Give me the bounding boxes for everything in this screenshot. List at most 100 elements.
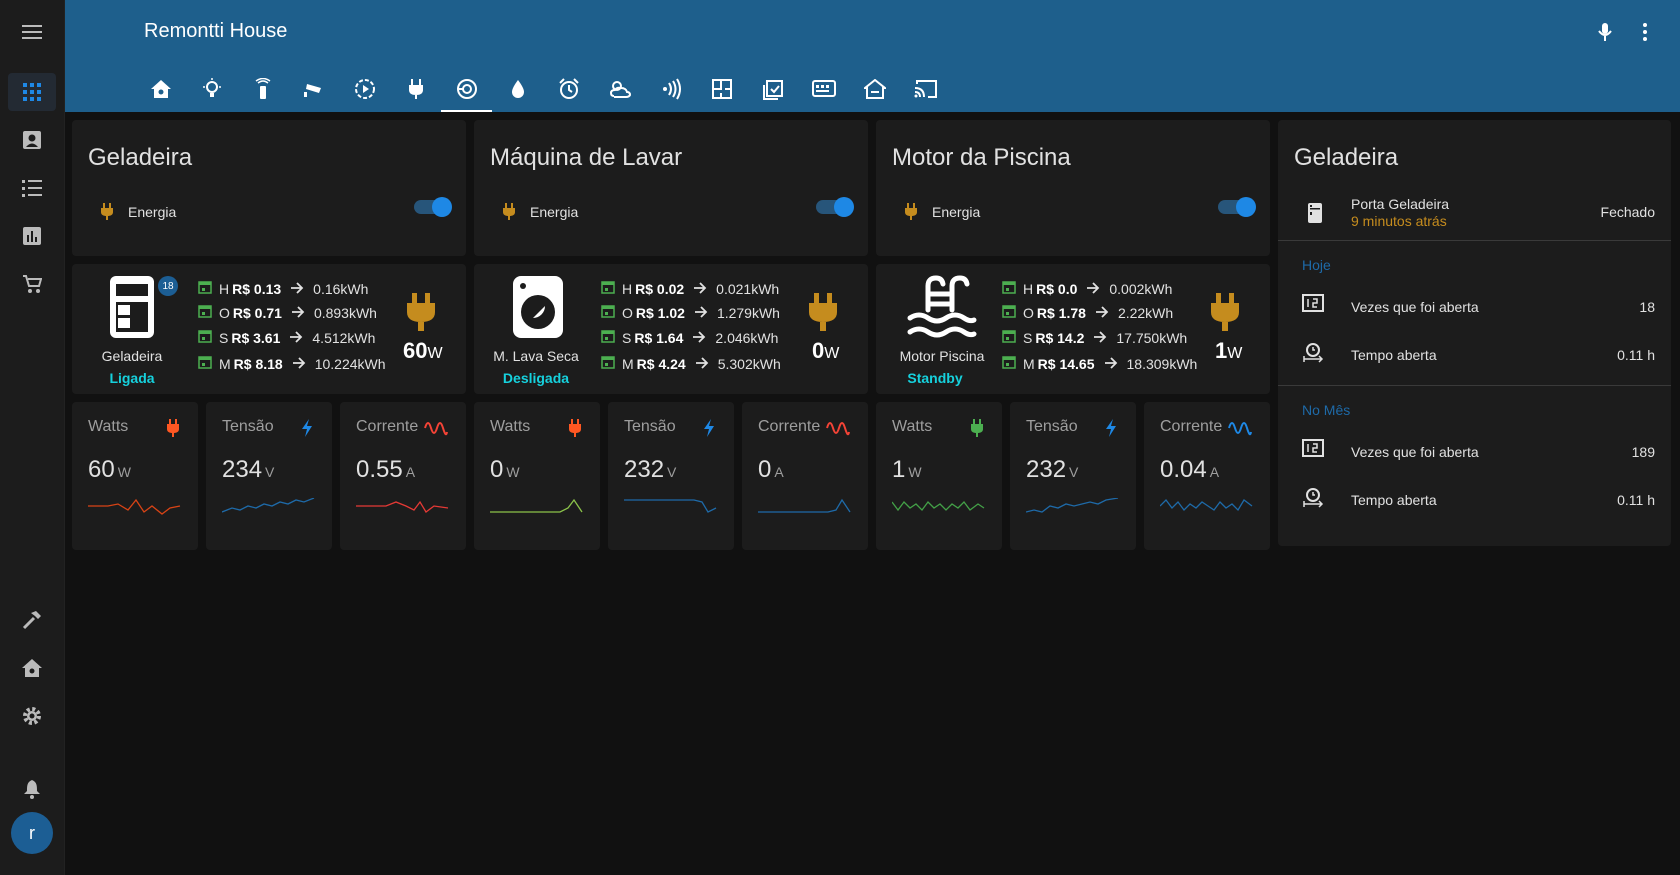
calendar-icon [601,304,619,321]
sparkline [624,499,717,513]
tab-cast[interactable] [900,66,951,112]
sensor-card[interactable]: Tensão 232 V [608,402,734,550]
tab-sensors[interactable] [645,66,696,112]
calendar-icon [601,355,619,372]
sparkline [892,501,985,512]
tab-weather[interactable] [594,66,645,112]
stat-row: Vezes que foi aberta 18 [1278,288,1671,328]
avatar[interactable]: r [11,812,53,854]
stat-value: 18 [1639,299,1655,315]
watts-value: 0W [812,338,840,363]
sensor-name: Tensão [624,418,676,435]
sensor-card[interactable]: Watts 60 W [72,402,198,550]
device-state: Desligada [502,370,570,386]
stat-value: 189 [1631,444,1655,460]
tab-calendar[interactable] [747,66,798,112]
page-title: Remontti House [144,20,288,42]
sidebar-item-home-automation[interactable] [8,649,56,687]
tab-house[interactable] [849,66,900,112]
fridge-icon [1308,203,1322,223]
cast-icon [914,80,937,98]
sensor-value: 232 V [624,456,677,483]
calendar-icon [601,329,619,346]
stat-label: Tempo aberta [1351,492,1437,508]
energy-cycle-icon [456,79,477,99]
device-card: Motor Piscina Standby H R$ 0.0 0.002kWh OR… [876,264,1270,394]
calendar-icon [1002,355,1020,372]
sidebar-item-logbook[interactable] [8,169,56,207]
sidebar-item-notifications[interactable] [8,770,56,808]
energy-toggle[interactable] [1218,197,1256,217]
stat-row: Vezes que foi aberta 189 [1278,433,1671,473]
tab-lights[interactable] [186,66,237,112]
sidebar-item-settings[interactable] [8,697,56,735]
tab-water[interactable] [492,66,543,112]
plug-icon [1211,293,1239,331]
house-icon [863,79,886,99]
sensor-card[interactable]: Tensão 234 V [206,402,332,550]
sensor-value: 0.55 A [356,456,416,483]
sensor-card[interactable]: Corrente 0A [742,402,868,550]
sensor-card[interactable]: Tensão 232 V [1010,402,1136,550]
signal-waves-icon [662,78,681,100]
sensor-card[interactable]: Corrente 0.55 A [340,402,466,550]
sparkline [356,500,449,513]
sensor-card[interactable]: Corrente 0.04 A [1144,402,1270,550]
tab-cameras[interactable] [288,66,339,112]
power-card: Motor da Piscina Energia [876,120,1270,256]
sidebar-item-developer-tools[interactable] [8,601,56,639]
microphone-icon[interactable] [1591,18,1619,46]
tab-energy[interactable] [441,66,492,112]
sensor-card[interactable]: Watts 0W [474,402,600,550]
tab-devices[interactable] [798,66,849,112]
calendar-icon [198,304,216,321]
arrow-right-icon [284,281,310,297]
flash-icon [300,418,314,443]
account-box-icon [23,131,41,149]
tab-power[interactable] [390,66,441,112]
sidebar-item-shopping[interactable] [8,265,56,303]
calendar-icon [198,329,216,346]
tab-floorplan[interactable] [696,66,747,112]
sparkline [1026,498,1119,513]
device-name: M. Lava Seca [493,348,579,364]
section-month: No Mês [1302,402,1351,418]
door-last-changed: 9 minutos atrás [1351,213,1447,229]
divider [1278,385,1671,386]
arrow-right-icon [1080,281,1106,297]
tab-home[interactable] [135,66,186,112]
card-title: Motor da Piscina [892,144,1071,171]
calendar-check-icon [762,80,783,100]
stat-week: S R$ 1.64 2.046kWh [601,329,778,346]
stat-value: 0.11 h [1617,492,1655,508]
calendar-icon [601,280,619,297]
card-title: Geladeira [1294,144,1399,171]
home-icon [150,80,171,98]
sidebar-item-overview[interactable] [8,73,56,111]
sidebar-item-history[interactable] [8,217,56,255]
energy-toggle[interactable] [816,197,854,217]
entity-label: Energia [932,204,981,220]
arrow-right-icon [686,330,712,346]
sine-wave-icon [1228,418,1252,443]
device-name: Geladeira [101,348,163,364]
more-vert-icon[interactable] [1631,18,1659,46]
energy-toggle[interactable] [414,197,452,217]
menu-icon[interactable] [8,13,56,51]
devices-icon [811,80,836,97]
stat-label: Vezes que foi aberta [1351,299,1479,315]
sparkline [490,498,583,513]
alarm-icon [558,78,579,99]
device-card: M. Lava Seca Desligada H R$ 0.02 0.021kWh … [474,264,868,394]
plug-icon [503,203,515,220]
sensor-name: Corrente [758,418,821,435]
sensor-card[interactable]: Watts 1W [876,402,1002,550]
tab-alarm[interactable] [543,66,594,112]
tab-media[interactable] [339,66,390,112]
sidebar-item-person[interactable] [8,121,56,159]
calendar-icon [198,355,216,372]
avatar-initial: r [29,822,35,843]
tab-remote[interactable] [237,66,288,112]
watts-value: 1W [1215,338,1243,363]
bell-icon [24,780,40,799]
